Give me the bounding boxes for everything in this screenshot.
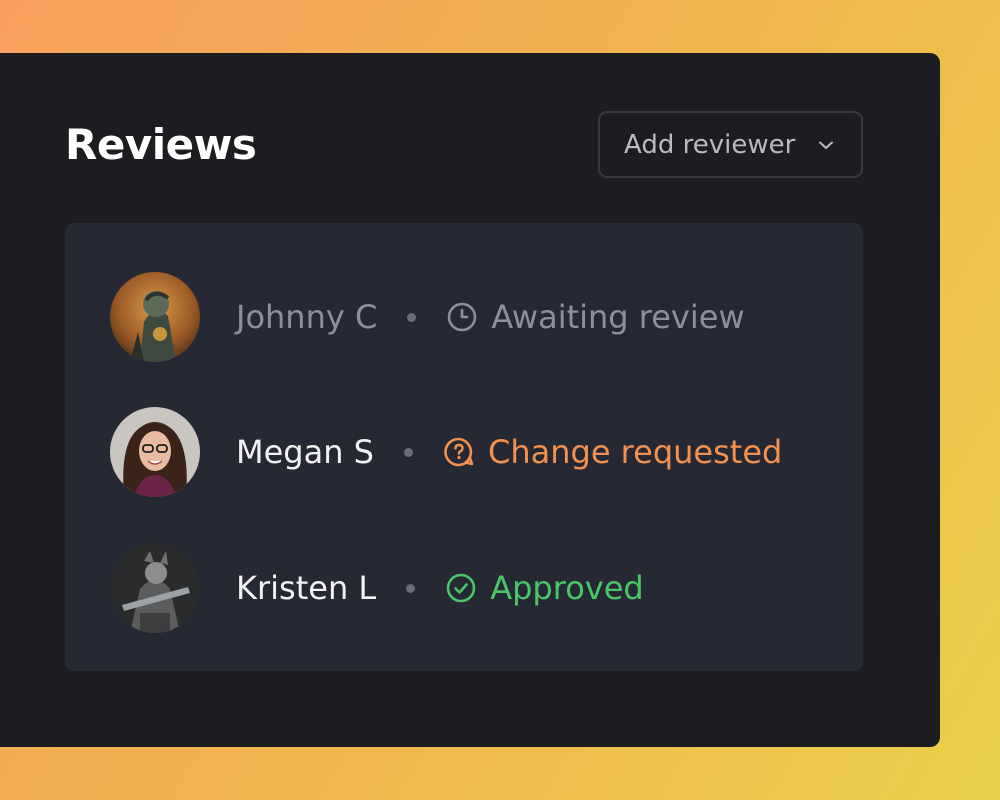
status-text: Change requested xyxy=(487,433,783,471)
page-title: Reviews xyxy=(65,120,257,169)
avatar xyxy=(110,407,200,497)
add-reviewer-label: Add reviewer xyxy=(624,129,796,160)
check-circle-icon xyxy=(445,572,477,604)
reviewer-row[interactable]: Johnny C Awaiting review xyxy=(110,272,830,362)
separator-dot xyxy=(406,583,416,593)
status-text: Awaiting review xyxy=(491,298,745,336)
avatar xyxy=(110,543,200,633)
chevron-down-icon xyxy=(817,136,835,154)
reviewer-row[interactable]: Kristen L Approved xyxy=(110,543,830,633)
reviewers-card: Johnny C Awaiting review Megan S Change … xyxy=(65,223,863,671)
status-text: Approved xyxy=(490,569,644,607)
reviewer-name: Kristen L xyxy=(236,569,377,607)
separator-dot xyxy=(403,447,413,457)
status-badge: Awaiting review xyxy=(446,297,745,337)
add-reviewer-button[interactable]: Add reviewer xyxy=(598,111,863,178)
reviewer-name: Johnny C xyxy=(236,298,378,336)
clock-icon xyxy=(446,301,478,333)
avatar xyxy=(110,272,200,362)
separator-dot xyxy=(407,312,417,322)
status-badge: Change requested xyxy=(443,432,782,472)
reviewer-row[interactable]: Megan S Change requested xyxy=(110,407,830,497)
question-bubble-icon xyxy=(443,436,475,468)
status-badge: Approved xyxy=(445,568,644,608)
reviewer-name: Megan S xyxy=(236,433,374,471)
